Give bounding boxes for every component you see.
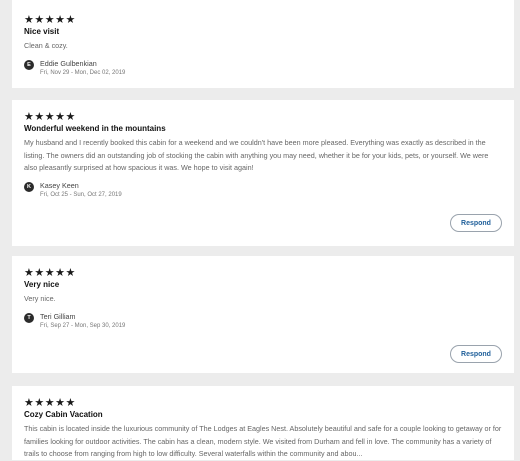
avatar: E bbox=[24, 59, 34, 70]
review-title: Very nice bbox=[24, 280, 60, 289]
author-name: Teri Gilliam bbox=[40, 311, 76, 321]
review-card: ★★★★★ Wonderful weekend in the mountains… bbox=[12, 100, 514, 246]
review-title: Wonderful weekend in the mountains bbox=[24, 124, 166, 133]
avatar: K bbox=[24, 181, 34, 192]
review-card: ★★★★★ Cozy Cabin Vacation This cabin is … bbox=[12, 386, 514, 460]
author-name: Eddie Gulbenkian bbox=[40, 58, 97, 68]
review-card: ★★★★★ Nice visit Clean & cozy. E Eddie G… bbox=[12, 0, 514, 88]
review-text: This cabin is located inside the luxurio… bbox=[24, 424, 502, 458]
review-author: T Teri Gilliam Fri, Sep 27 - Mon, Sep 30… bbox=[24, 312, 502, 331]
review-text: Clean & cozy. bbox=[24, 41, 68, 50]
respond-button[interactable]: Respond bbox=[450, 345, 502, 363]
stay-dates: Fri, Sep 27 - Mon, Sep 30, 2019 bbox=[40, 322, 126, 329]
star-rating: ★★★★★ bbox=[24, 14, 76, 26]
star-rating: ★★★★★ bbox=[24, 397, 76, 409]
review-title: Cozy Cabin Vacation bbox=[24, 410, 103, 419]
review-text: Very nice. bbox=[24, 294, 56, 303]
review-text: My husband and I recently booked this ca… bbox=[24, 138, 489, 172]
author-name: Kasey Keen bbox=[40, 180, 79, 190]
star-rating: ★★★★★ bbox=[24, 111, 76, 123]
review-card: ★★★★★ Very nice Very nice. T Teri Gillia… bbox=[12, 256, 514, 373]
stay-dates: Fri, Nov 29 - Mon, Dec 02, 2019 bbox=[40, 69, 126, 76]
review-title: Nice visit bbox=[24, 27, 60, 36]
star-rating: ★★★★★ bbox=[24, 267, 76, 279]
avatar: T bbox=[24, 312, 34, 323]
review-author: E Eddie Gulbenkian Fri, Nov 29 - Mon, De… bbox=[24, 59, 502, 78]
respond-button[interactable]: Respond bbox=[450, 214, 502, 232]
stay-dates: Fri, Oct 25 - Sun, Oct 27, 2019 bbox=[40, 191, 122, 198]
review-author: K Kasey Keen Fri, Oct 25 - Sun, Oct 27, … bbox=[24, 181, 502, 200]
